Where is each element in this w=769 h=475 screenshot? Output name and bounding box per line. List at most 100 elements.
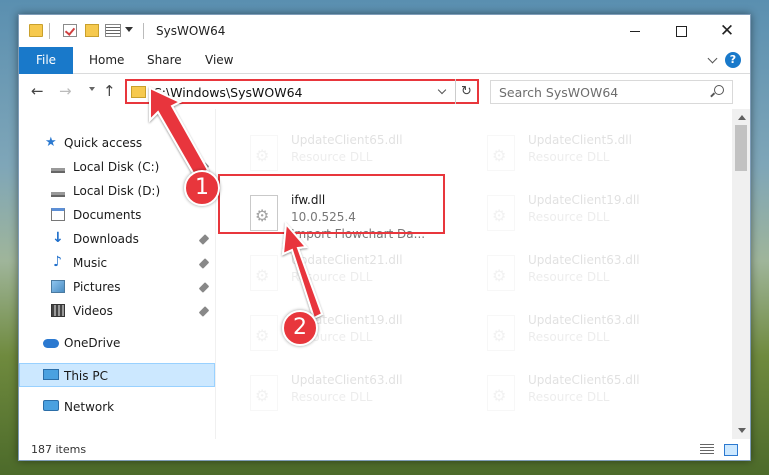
sidebar-item-music[interactable]: ♪ Music [19,251,215,275]
step-badge-2: 2 [282,310,318,346]
pin-icon[interactable] [198,234,210,245]
sidebar-item-quick-access[interactable]: ★ Quick access [19,131,215,155]
search-icon[interactable] [714,85,724,95]
divider [143,23,144,39]
pictures-icon [51,280,65,293]
sidebar-item-label: Downloads [73,232,139,246]
sidebar-item-videos[interactable]: Videos [19,299,215,323]
sidebar-item-label: OneDrive [64,336,121,350]
details-view-icon[interactable] [700,444,714,456]
explorer-window: SysWOW64 ✕ File Home Share View ? ← → ↑ … [18,14,751,461]
expand-ribbon-chevron-icon[interactable] [707,53,718,64]
file-type: Resource DLL [291,150,373,164]
file-name: UpdateClient65.dll [291,133,403,147]
dll-file-icon [487,315,515,351]
star-icon: ★ [45,135,57,150]
refresh-button[interactable]: ↻ [455,79,477,104]
file-tile[interactable]: UpdateClient19.dll Resource DLL [241,307,461,363]
tab-home[interactable]: Home [89,47,124,74]
file-tile[interactable]: UpdateClient63.dll Resource DLL [241,367,461,423]
dll-file-icon [250,135,278,171]
film-strip-icon [51,304,65,317]
pin-icon[interactable] [198,306,210,317]
file-tile[interactable]: UpdateClient5.dll Resource DLL [478,127,698,183]
sidebar-item-label: Local Disk (D:) [73,184,161,198]
pin-icon[interactable] [198,282,210,293]
sidebar-item-local-disk-c[interactable]: Local Disk (C:) [19,155,215,179]
file-type: Resource DLL [528,270,610,284]
network-icon [43,400,59,411]
file-type: Resource DLL [291,390,373,404]
close-button[interactable]: ✕ [704,15,750,47]
address-path[interactable]: C:\Windows\SysWOW64 [153,85,302,100]
file-type: Resource DLL [291,270,373,284]
address-dropdown-icon[interactable] [437,85,447,95]
file-name: UpdateClient21.dll [291,253,403,267]
recent-locations-dropdown[interactable] [89,87,95,91]
status-bar: 187 items [19,439,750,460]
sidebar-item-label: Music [73,256,108,270]
sidebar-item-label: Local Disk (C:) [73,160,160,174]
folder-icon [29,24,43,37]
minimize-button[interactable] [612,15,658,47]
sidebar-item-label: This PC [64,369,108,383]
tab-view[interactable]: View [205,47,233,74]
computer-icon [43,369,59,380]
drive-icon [51,184,65,197]
folder-icon [131,86,146,98]
scroll-up-icon[interactable] [738,115,746,120]
window-title: SysWOW64 [156,24,226,38]
sidebar-item-downloads[interactable]: ↓ Downloads [19,227,215,251]
file-tile[interactable]: UpdateClient21.dll Resource DLL [241,247,461,303]
music-note-icon: ♪ [53,254,62,270]
back-button[interactable]: ← [31,84,44,99]
dll-file-icon [487,135,515,171]
search-input[interactable]: Search SysWOW64 [490,80,733,104]
sidebar-item-network[interactable]: Network [19,395,215,419]
vertical-scrollbar[interactable] [732,109,750,439]
cloud-icon [43,339,59,348]
new-folder-icon[interactable] [85,24,99,37]
pin-icon[interactable] [198,258,210,269]
sidebar-item-onedrive[interactable]: OneDrive [19,331,215,355]
dll-file-icon [250,255,278,291]
ribbon-tabs: File Home Share View ? [19,47,750,74]
scroll-down-icon[interactable] [738,428,746,433]
sidebar-item-this-pc[interactable]: This PC [19,363,215,387]
help-icon[interactable]: ? [725,52,741,68]
up-button[interactable]: ↑ [103,84,116,99]
file-list: UpdateClient65.dll Resource DLL UpdateCl… [216,109,732,439]
title-bar: SysWOW64 ✕ [19,15,750,47]
sidebar-item-label: Pictures [73,280,121,294]
customize-quick-access-dropdown[interactable] [125,27,133,32]
file-type: Resource DLL [528,330,610,344]
item-count: 187 items [31,443,87,456]
file-name: UpdateClient63.dll [528,253,640,267]
file-tile[interactable]: UpdateClient63.dll Resource DLL [478,247,698,303]
documents-icon [51,208,65,221]
highlight-box [218,174,445,234]
tab-share[interactable]: Share [147,47,182,74]
sidebar-item-pictures[interactable]: Pictures [19,275,215,299]
divider [49,23,50,39]
forward-button[interactable]: → [59,84,72,99]
properties-icon[interactable] [105,24,121,37]
dll-file-icon [487,255,515,291]
download-arrow-icon: ↓ [52,230,64,246]
address-bar[interactable]: C:\Windows\SysWOW64 ↻ [125,79,479,104]
file-tile[interactable]: UpdateClient19.dll Resource DLL [478,187,698,243]
file-tile[interactable]: UpdateClient65.dll Resource DLL [478,367,698,423]
scrollbar-thumb[interactable] [735,125,747,171]
file-tile[interactable]: UpdateClient63.dll Resource DLL [478,307,698,363]
step-badge-1: 1 [184,170,220,206]
sidebar-item-documents[interactable]: Documents [19,203,215,227]
maximize-button[interactable] [658,15,704,47]
drive-icon [51,160,65,173]
search-placeholder: Search SysWOW64 [499,85,619,100]
properties-checkbox-icon[interactable] [63,24,77,37]
large-icons-view-icon[interactable] [724,444,738,456]
file-type: Resource DLL [528,210,610,224]
file-type: Resource DLL [528,390,610,404]
tab-file[interactable]: File [19,47,73,74]
file-name: UpdateClient65.dll [528,373,640,387]
